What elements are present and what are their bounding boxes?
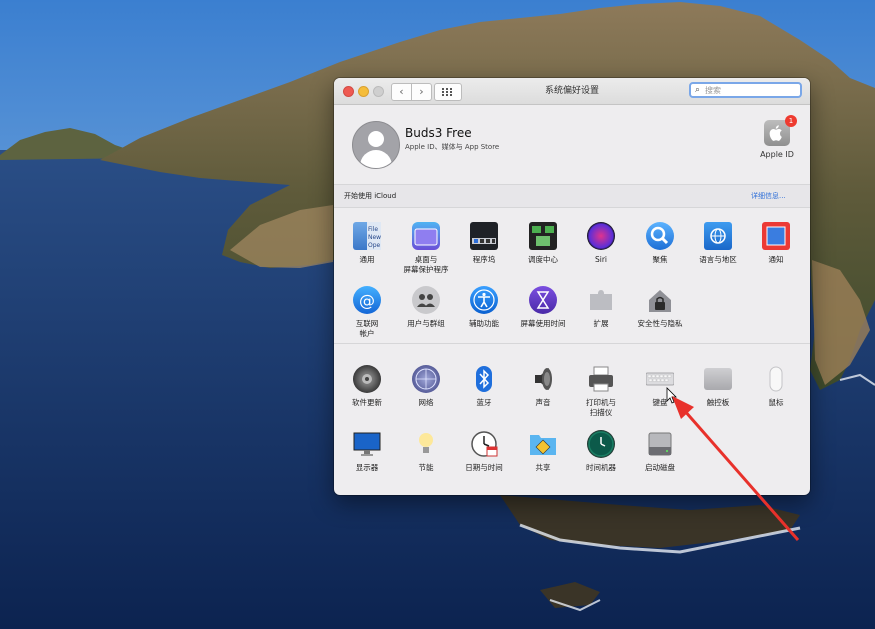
red-arrow-annotation [672, 396, 800, 541]
annotation-overlay [666, 387, 800, 541]
